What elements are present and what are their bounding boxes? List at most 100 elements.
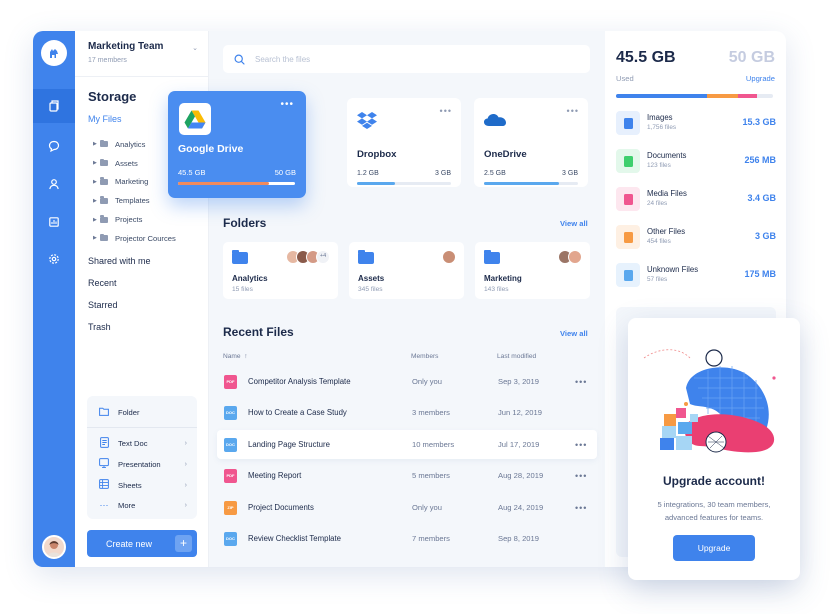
drive-usage-bar xyxy=(178,182,295,185)
tree-item-analytics[interactable]: ▶ Analytics xyxy=(93,135,176,154)
new-text-doc-option[interactable]: Text Doc › xyxy=(99,437,187,450)
settings-gear-icon[interactable] xyxy=(33,242,75,276)
row-menu-icon[interactable]: ••• xyxy=(575,377,587,387)
folder-card-assets[interactable]: Assets 345 files xyxy=(349,242,464,299)
table-row[interactable]: PDF Competitor Analysis Template Only yo… xyxy=(217,367,597,396)
upgrade-button[interactable]: Upgrade xyxy=(673,535,755,561)
user-avatar[interactable] xyxy=(42,535,66,559)
category-count: 24 files xyxy=(647,200,668,207)
team-members-count: 17 members xyxy=(88,57,127,64)
row-menu-icon[interactable]: ••• xyxy=(575,503,587,513)
folder-icon xyxy=(358,250,374,264)
recent-view-all-link[interactable]: View all xyxy=(560,329,588,338)
category-images[interactable]: Images 1,756 files 15.3 GB xyxy=(616,109,776,137)
nav-shared-with-me[interactable]: Shared with me xyxy=(88,254,151,276)
file-members: 7 members xyxy=(412,534,450,543)
create-new-label: Create new xyxy=(106,538,153,549)
tree-item-projector-cources[interactable]: ▶ Projector Cources xyxy=(93,229,176,248)
folders-view-all-link[interactable]: View all xyxy=(560,219,588,228)
card-menu-icon[interactable]: ••• xyxy=(440,106,452,116)
drive-total: 3 GB xyxy=(435,170,451,177)
folder-tree: ▶ Analytics ▶ Assets ▶ Marketing ▶ Templates… xyxy=(93,135,176,248)
new-folder-option[interactable]: Folder xyxy=(99,407,187,418)
upgrade-link[interactable]: Upgrade xyxy=(746,74,775,83)
files-nav-icon[interactable] xyxy=(33,89,75,123)
my-files-link[interactable]: My Files xyxy=(88,114,122,124)
table-row[interactable]: PDF Meeting Report 5 members Aug 28, 201… xyxy=(217,461,597,490)
onedrive-card[interactable]: ••• OneDrive 2.5 GB 3 GB xyxy=(474,98,588,187)
folder-card-analytics[interactable]: +4 Analytics 15 files xyxy=(223,242,338,299)
folder-file-count: 143 files xyxy=(484,286,509,293)
storage-usage-segment xyxy=(738,94,758,98)
nav-trash[interactable]: Trash xyxy=(88,320,151,342)
caret-right-icon: ▶ xyxy=(93,216,97,223)
tree-item-marketing[interactable]: ▶ Marketing xyxy=(93,173,176,192)
chat-nav-icon[interactable] xyxy=(33,129,75,163)
category-size: 15.3 GB xyxy=(742,117,776,127)
new-sheets-option[interactable]: Sheets › xyxy=(99,479,187,491)
category-unknown-files[interactable]: Unknown Files 57 files 175 MB xyxy=(616,261,776,289)
image-icon xyxy=(616,111,640,135)
category-size: 3.4 GB xyxy=(747,193,776,203)
category-name: Media Files xyxy=(647,189,687,198)
app-logo-icon[interactable] xyxy=(41,40,67,66)
tree-item-assets[interactable]: ▶ Assets xyxy=(93,154,176,173)
category-other-files[interactable]: Other Files 454 files 3 GB xyxy=(616,223,776,251)
column-header-members[interactable]: Members xyxy=(411,353,438,360)
new-more-option[interactable]: ⋯ More › xyxy=(99,500,188,511)
folders-title: Folders xyxy=(223,216,267,230)
card-menu-icon[interactable]: ••• xyxy=(567,106,579,116)
create-new-button[interactable]: Create new + xyxy=(87,530,197,557)
file-date: Sep 3, 2019 xyxy=(498,377,539,386)
google-drive-icon xyxy=(179,103,211,135)
folder-icon xyxy=(100,215,108,223)
row-menu-icon[interactable]: ••• xyxy=(575,440,587,450)
caret-right-icon: ▶ xyxy=(93,141,97,148)
dropbox-card[interactable]: ••• Dropbox 1.2 GB 3 GB xyxy=(347,98,461,187)
upgrade-description-line: 5 integrations, 30 team members, xyxy=(657,500,771,509)
team-switcher[interactable]: Marketing Team 17 members ⌄ xyxy=(88,41,198,64)
drive-used: 1.2 GB xyxy=(357,170,379,177)
folder-icon xyxy=(100,233,108,242)
search-input[interactable] xyxy=(255,54,555,64)
file-date: Aug 24, 2019 xyxy=(498,503,544,512)
drive-usage-fill xyxy=(484,182,560,185)
column-header-last-modified[interactable]: Last modified xyxy=(497,353,536,360)
storage-usage-segment xyxy=(616,94,708,98)
row-menu-icon[interactable]: ••• xyxy=(575,471,587,481)
search-bar[interactable] xyxy=(223,45,590,73)
nav-recent[interactable]: Recent xyxy=(88,276,151,298)
member-avatars: +4 xyxy=(286,250,330,264)
media-icon xyxy=(616,187,640,211)
upgrade-illustration xyxy=(643,349,776,453)
category-documents[interactable]: Documents 123 files 256 MB xyxy=(616,147,776,175)
category-count: 1,756 files xyxy=(647,124,677,131)
chevron-right-icon: › xyxy=(184,481,187,489)
drive-used: 2.5 GB xyxy=(484,170,506,177)
table-row[interactable]: DOC Review Checklist Template 7 members … xyxy=(217,524,597,553)
card-menu-icon[interactable]: ••• xyxy=(280,99,294,110)
used-label: Used xyxy=(616,74,634,83)
table-row[interactable]: ZIP Project Documents Only you Aug 24, 2… xyxy=(217,493,597,522)
column-header-name-label: Name xyxy=(223,353,241,360)
stats-nav-icon[interactable] xyxy=(33,205,75,239)
table-row[interactable]: DOC How to Create a Case Study 3 members… xyxy=(217,398,597,427)
tree-item-projects[interactable]: ▶ Projects xyxy=(93,210,176,229)
google-drive-card[interactable]: ••• Google Drive 45.5 GB 50 GB xyxy=(168,91,306,198)
more-label: More xyxy=(118,501,136,510)
column-header-name[interactable]: Name ↑ xyxy=(223,353,248,360)
table-row[interactable]: DOC Landing Page Structure 10 members Ju… xyxy=(217,430,597,459)
category-size: 256 MB xyxy=(744,155,776,165)
nav-starred[interactable]: Starred xyxy=(88,298,151,320)
new-presentation-option[interactable]: Presentation › xyxy=(99,458,187,470)
doc-file-icon: DOC xyxy=(224,437,237,452)
sort-arrow-up-icon: ↑ xyxy=(244,353,248,360)
divider xyxy=(87,427,197,428)
file-members: Only you xyxy=(412,503,442,512)
user-nav-icon[interactable] xyxy=(33,167,75,201)
drive-usage-fill xyxy=(178,182,270,185)
upgrade-description-line: advanced features for teams. xyxy=(664,513,764,522)
folder-card-marketing[interactable]: Marketing 143 files xyxy=(475,242,590,299)
tree-item-templates[interactable]: ▶ Templates xyxy=(93,191,176,210)
category-media-files[interactable]: Media Files 24 files 3.4 GB xyxy=(616,185,776,213)
